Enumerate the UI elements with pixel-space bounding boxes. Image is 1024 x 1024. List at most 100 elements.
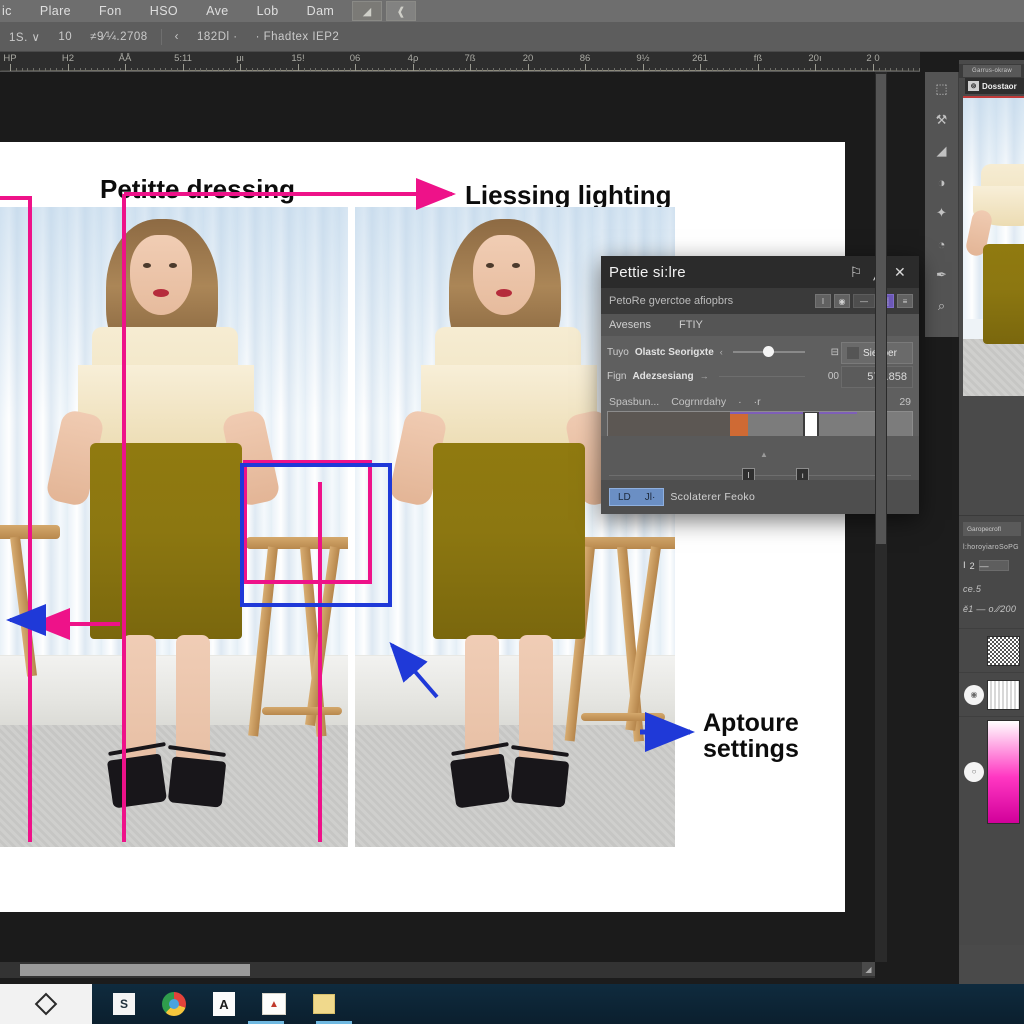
apply-button[interactable]: LD Jl·	[609, 488, 665, 506]
histogram-range-line	[729, 412, 858, 414]
navigator-preview[interactable]	[963, 96, 1024, 396]
menu-item-1[interactable]: Plare	[26, 0, 85, 22]
dialog-segment-group[interactable]: I ◉ — ▒ ≡	[815, 294, 913, 308]
field-1-slider-knob[interactable]	[763, 346, 775, 357]
blur-tool-icon[interactable]: ◔	[929, 233, 955, 255]
vertical-scrollbar[interactable]	[875, 72, 887, 962]
taskbar-explorer[interactable]: S	[110, 990, 138, 1018]
layer-header[interactable]: ⊚ Dosstaor	[965, 78, 1024, 94]
menu-item-3[interactable]: HSO	[136, 0, 192, 22]
pen-tool-icon[interactable]: ✒	[929, 264, 955, 286]
taskbar-notes[interactable]	[310, 990, 338, 1018]
eraser-tool-icon[interactable]: ◢	[929, 140, 955, 162]
horizontal-scrollbar[interactable]	[0, 962, 875, 978]
layer-thumb-noise[interactable]	[987, 635, 1020, 666]
right-panel-tabrow: Garrus-okraw	[959, 64, 1024, 78]
ruler-tick-minor	[608, 68, 609, 71]
image-icon[interactable]: ◢	[352, 1, 383, 21]
field-1-slider[interactable]	[732, 346, 805, 357]
ruler-tick-minor	[902, 68, 903, 71]
ruler-tick-minor	[678, 68, 679, 71]
field-1-caret[interactable]: ‹	[720, 347, 723, 357]
dialog-body: Tuyo Olastc Seorigxte ‹ ⊟ Fign Adezsesia…	[601, 336, 919, 437]
layer-row-gradient[interactable]: ○	[959, 716, 1024, 826]
field-row-2[interactable]: Fign Adezsesiang → 00	[607, 364, 839, 388]
segment-btn-0[interactable]: I	[815, 294, 831, 308]
menu-item-4[interactable]: Ave	[192, 0, 243, 22]
properties-field[interactable]: —	[978, 560, 1009, 571]
ruler-tick-minor	[206, 68, 207, 71]
field-row-1[interactable]: Tuyo Olastc Seorigxte ‹ ⊟	[607, 340, 839, 364]
start-button[interactable]	[0, 984, 92, 1024]
photo-left-scene	[0, 207, 348, 847]
brush-icon[interactable]: ❰	[386, 1, 417, 21]
right-panel-tab[interactable]: Garrus-okraw	[963, 65, 1021, 77]
segment-btn-4[interactable]: ≡	[897, 294, 913, 308]
text-tool-icon[interactable]: Ⅰ	[963, 560, 966, 571]
vertical-scroll-thumb[interactable]	[876, 74, 886, 544]
adjustment-dialog[interactable]: Pettie si:lre ⚐ ╱ ✕ PetoRe gverctoe afio…	[601, 256, 919, 514]
ruler-tick-minor	[235, 68, 236, 71]
properties-controls[interactable]: Ⅰ 2 —	[963, 560, 1009, 571]
ruler-tick-minor	[908, 68, 909, 71]
ruler-tick-minor	[729, 68, 730, 71]
option-segment-0[interactable]: 1S. ∨	[0, 30, 49, 44]
option-segment-1[interactable]: 10	[49, 31, 81, 43]
field-2-caret[interactable]: →	[700, 371, 709, 381]
ruler-label: ÅÅ	[118, 53, 132, 64]
segment-btn-1[interactable]: ◉	[834, 294, 850, 308]
menu-item-0[interactable]: ic	[0, 0, 26, 22]
ruler-tick-major	[10, 64, 11, 71]
collapse-caret-icon[interactable]: ▲	[760, 450, 768, 459]
stamp-tool-icon[interactable]: ⚒	[929, 109, 955, 131]
layer-visibility-toggle[interactable]: ○	[964, 761, 984, 782]
ruler-tick-minor	[867, 68, 868, 71]
layer-thumb-pattern[interactable]	[987, 679, 1020, 710]
ruler-tick-minor	[27, 68, 28, 71]
histogram-strip[interactable]	[607, 411, 913, 437]
layer-thumb-gradient[interactable]	[987, 719, 1020, 824]
taskbar-acrobat[interactable]: A	[210, 990, 238, 1018]
ruler-tick-minor	[746, 68, 747, 71]
zoom-tool-icon[interactable]: ⌕	[929, 295, 955, 317]
apply-button-label: LD	[618, 491, 631, 503]
gradient-tool-icon[interactable]: ◑	[929, 171, 955, 193]
properties-tab[interactable]: Garopecrofl	[963, 522, 1021, 536]
option-segment-5[interactable]: · Fhadtex IEP2	[247, 31, 349, 43]
ruler-tick-minor	[655, 68, 656, 71]
taskbar-chrome[interactable]	[160, 990, 188, 1018]
ruler-tick-minor	[482, 68, 483, 71]
close-icon[interactable]: ✕	[889, 264, 911, 281]
layer-visibility-toggle[interactable]: ◉	[964, 684, 984, 705]
layer-row-noise[interactable]	[959, 628, 1024, 672]
menu-item-5[interactable]: Lob	[243, 0, 293, 22]
flag-icon[interactable]: ⚐	[845, 264, 867, 281]
notes-icon	[313, 994, 335, 1014]
menu-item-6[interactable]: Dam	[293, 0, 349, 22]
option-segment-2[interactable]: ≠9⁄¼.2708	[81, 31, 157, 43]
taskbar-items: S A ▲	[92, 990, 338, 1018]
layer-row-pattern[interactable]: ◉	[959, 672, 1024, 716]
model-eye-right	[512, 263, 520, 268]
underline-icon[interactable]: 2	[970, 561, 975, 571]
horizontal-scroll-thumb[interactable]	[20, 964, 250, 976]
field-2-slider[interactable]	[718, 375, 805, 377]
dodge-tool-icon[interactable]: ✦	[929, 202, 955, 224]
canvas-area[interactable]: Petitte dressing Liessing lighting Aptou…	[0, 72, 875, 962]
ruler-label: 20	[522, 53, 534, 64]
menu-item-2[interactable]: Fon	[85, 0, 136, 22]
ruler-tick-major	[700, 64, 701, 71]
option-segment-3[interactable]: ‹	[166, 31, 188, 43]
ruler-tick-minor	[131, 68, 132, 71]
photo-left[interactable]	[0, 207, 348, 847]
field-1-icon[interactable]: ⊟	[815, 347, 839, 358]
segment-btn-2[interactable]: —	[853, 294, 875, 308]
scroll-corner-grip[interactable]: ◢	[862, 962, 875, 976]
taskbar-photo[interactable]: ▲	[260, 990, 288, 1018]
ruler-tick-minor	[476, 68, 477, 71]
marquee-tool-icon[interactable]: ⬚	[929, 78, 955, 100]
option-segment-4[interactable]: 182Dl ·	[188, 31, 247, 43]
ruler-tick-minor	[493, 68, 494, 71]
histogram-handle[interactable]	[802, 412, 819, 436]
dialog-titlebar[interactable]: Pettie si:lre ⚐ ╱ ✕	[601, 256, 919, 288]
